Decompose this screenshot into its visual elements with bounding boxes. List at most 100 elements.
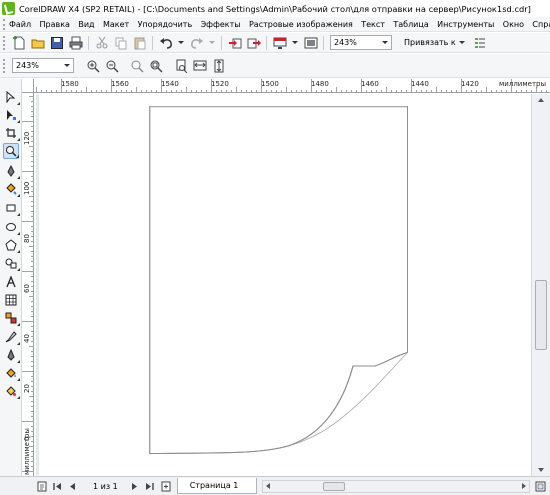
snap-to-dropdown-icon[interactable] [458, 36, 465, 50]
scroll-down-arrow-icon[interactable] [538, 468, 544, 472]
interactive-blend-tool-icon[interactable] [3, 310, 20, 326]
menu-layout[interactable]: Макет [103, 20, 129, 29]
document-page-drawing [36, 94, 408, 476]
toolbar-separator [221, 35, 222, 50]
menu-window[interactable]: Окно [503, 20, 524, 29]
pick-tool-icon[interactable] [3, 89, 20, 105]
horizontal-scroll-thumb[interactable] [323, 482, 345, 491]
last-page-icon[interactable] [143, 480, 156, 493]
ruler-label: 1520 [211, 80, 229, 88]
zoom-property-value: 243% [16, 61, 39, 70]
open-folder-icon[interactable] [31, 36, 45, 50]
drawing-canvas[interactable] [35, 94, 531, 476]
coreldraw-logo-icon [2, 2, 15, 15]
ruler-label: 1480 [311, 80, 329, 88]
undo-dropdown-icon[interactable] [178, 36, 184, 50]
redo-dropdown-icon[interactable] [209, 36, 215, 50]
vertical-ruler[interactable]: 120 100 80 60 40 20 0 миллиметры [22, 93, 34, 476]
cut-icon[interactable] [95, 36, 109, 50]
eyedropper-tool-icon[interactable] [3, 329, 20, 345]
property-bar-grip-handle[interactable] [3, 58, 8, 73]
export-icon[interactable] [247, 36, 261, 50]
redo-icon[interactable] [190, 36, 204, 50]
add-page-icon[interactable] [160, 480, 173, 493]
polygon-tool-icon[interactable] [3, 237, 20, 253]
ruler-origin[interactable] [22, 79, 34, 93]
horizontal-ruler[interactable]: 1580 1560 1540 1520 1500 1480 1460 1440 … [34, 79, 550, 93]
print-icon[interactable] [69, 36, 83, 50]
basic-shapes-tool-icon[interactable] [3, 255, 20, 271]
toolbar-separator [88, 35, 89, 50]
ruler-label: 80 [23, 234, 31, 243]
property-bar: 243% [0, 54, 550, 78]
save-icon[interactable] [50, 36, 64, 50]
zoom-to-selected-icon[interactable] [130, 59, 144, 73]
scroll-up-arrow-icon[interactable] [538, 98, 544, 102]
page-navigator-bar: 1 из 1 Страница 1 [0, 476, 550, 495]
menu-effects[interactable]: Эффекты [201, 20, 241, 29]
menu-edit[interactable]: Правка [40, 20, 70, 29]
toolbar-separator [323, 35, 324, 50]
menu-table[interactable]: Таблица [393, 20, 428, 29]
scroll-left-arrow-icon[interactable] [266, 483, 270, 489]
zoom-to-all-objects-icon[interactable] [149, 59, 163, 73]
table-tool-icon[interactable] [3, 292, 19, 308]
zoom-to-page-icon[interactable] [174, 59, 188, 73]
rectangle-tool-icon[interactable] [3, 200, 20, 216]
copy-icon[interactable] [114, 36, 128, 50]
menu-text[interactable]: Текст [361, 20, 385, 29]
document-navigator-icon[interactable] [36, 480, 49, 493]
menu-tools[interactable]: Инструменты [437, 20, 494, 29]
crop-tool-icon[interactable] [3, 125, 20, 141]
toolbar-separator [266, 35, 267, 50]
vertical-scroll-thumb[interactable] [535, 280, 547, 350]
previous-page-icon[interactable] [66, 480, 79, 493]
freehand-tool-icon[interactable] [3, 163, 20, 179]
ruler-label: 60 [23, 284, 31, 293]
toolbar-grip-handle[interactable] [3, 35, 8, 50]
welcome-screen-icon[interactable] [304, 36, 318, 50]
zoom-property-dropdown[interactable]: 243% [12, 58, 74, 73]
import-icon[interactable] [228, 36, 242, 50]
options-icon[interactable] [473, 36, 487, 50]
menu-bar: Файл Правка Вид Макет Упорядочить Эффект… [0, 17, 550, 32]
menu-bitmaps[interactable]: Растровые изображения [249, 20, 353, 29]
ruler-unit-label: миллиметры [499, 80, 546, 88]
menu-view[interactable]: Вид [78, 20, 94, 29]
fill-tool-icon[interactable] [3, 365, 20, 381]
menu-file[interactable]: Файл [9, 20, 31, 29]
first-page-icon[interactable] [51, 480, 64, 493]
chevron-down-icon [382, 41, 388, 44]
scroll-right-arrow-icon[interactable] [522, 483, 526, 489]
launcher-dropdown-icon[interactable] [292, 36, 298, 50]
interactive-fill-tool-icon[interactable] [3, 383, 20, 399]
menu-grip-handle[interactable] [3, 18, 5, 30]
ruler-label: 20 [23, 384, 31, 393]
zoom-tool-icon[interactable] [3, 143, 19, 159]
horizontal-scrollbar[interactable] [262, 480, 530, 493]
zoom-to-page-width-icon[interactable] [193, 59, 207, 73]
snap-to-button[interactable]: Привязать к [404, 38, 456, 47]
new-document-icon[interactable] [12, 35, 26, 50]
navigator-pan-icon[interactable] [534, 480, 547, 493]
vertical-scrollbar[interactable] [531, 94, 550, 476]
paste-icon[interactable] [133, 36, 147, 50]
title-bar: CorelDRAW X4 (SP2 RETAIL) - [C:\Document… [0, 0, 550, 17]
application-launcher-icon[interactable] [273, 36, 287, 50]
next-page-icon[interactable] [128, 480, 141, 493]
standard-toolbar: 243% Привязать к [0, 33, 550, 53]
zoom-to-page-height-icon[interactable] [212, 59, 226, 73]
menu-arrange[interactable]: Упорядочить [138, 20, 193, 29]
shape-tool-icon[interactable] [3, 107, 20, 123]
outline-pen-tool-icon[interactable] [3, 347, 20, 363]
ellipse-tool-icon[interactable] [3, 219, 20, 235]
undo-icon[interactable] [159, 36, 173, 50]
zoom-in-icon[interactable] [86, 59, 100, 73]
tab-page-1[interactable]: Страница 1 [176, 478, 258, 494]
zoom-levels-dropdown[interactable]: 243% [330, 35, 392, 50]
menu-help[interactable]: Справк [532, 20, 550, 29]
text-tool-icon[interactable] [3, 274, 19, 290]
zoom-out-icon[interactable] [105, 59, 119, 73]
ruler-label: 1420 [461, 80, 479, 88]
smart-fill-tool-icon[interactable] [3, 181, 20, 197]
